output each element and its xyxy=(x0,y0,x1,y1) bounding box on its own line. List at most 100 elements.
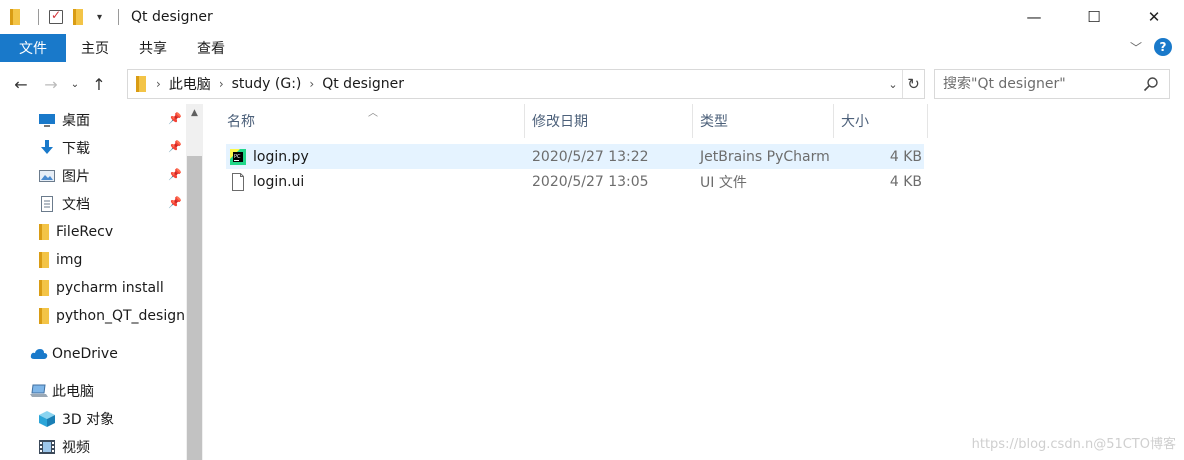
column-header-size[interactable]: 大小 xyxy=(834,104,928,138)
blank-file-icon xyxy=(230,172,246,191)
computer-icon xyxy=(30,383,48,399)
sidebar-item-label: 图片 xyxy=(62,169,90,185)
ribbon-right: ﹀ ? xyxy=(1130,38,1172,56)
file-type: UI 文件 xyxy=(700,174,747,191)
close-button[interactable]: ✕ xyxy=(1124,0,1184,34)
address-bar-actions: ⌄ ↻ xyxy=(884,70,924,98)
sidebar-item-downloads[interactable]: 下载 📌 xyxy=(0,134,186,162)
pictures-icon xyxy=(39,168,55,184)
sidebar-item-label: 视频 xyxy=(62,440,90,456)
film-icon xyxy=(39,439,55,455)
search-box[interactable] xyxy=(934,69,1170,99)
file-row[interactable]: login.ui 2020/5/27 13:05 UI 文件 4 KB xyxy=(226,169,924,194)
pin-icon[interactable]: 📌 xyxy=(168,112,182,125)
column-label: 大小 xyxy=(841,114,869,130)
cube-icon xyxy=(39,411,55,427)
column-header-type[interactable]: 类型 xyxy=(693,104,834,138)
forward-button[interactable]: → xyxy=(36,69,66,99)
file-type: JetBrains PyCharm xyxy=(700,148,830,165)
folder-icon xyxy=(39,224,49,240)
file-row[interactable]: PC login.py 2020/5/27 13:22 JetBrains Py… xyxy=(226,144,924,169)
quick-access-toolbar: ▾ xyxy=(0,0,129,34)
sidebar-item-python-qt-design[interactable]: python_QT_design xyxy=(0,302,186,330)
sidebar-item-label: 文档 xyxy=(62,197,90,213)
recent-locations-chevron-icon[interactable]: ⌄ xyxy=(66,69,84,99)
breadcrumb-current-folder[interactable]: Qt designer xyxy=(322,76,404,92)
pin-icon[interactable]: 📌 xyxy=(168,196,182,209)
sidebar-item-3d-objects[interactable]: 3D 对象 xyxy=(0,405,186,433)
maximize-button[interactable]: ☐ xyxy=(1064,0,1124,34)
file-modified: 2020/5/27 13:22 xyxy=(532,148,649,165)
column-label: 类型 xyxy=(700,114,728,130)
sidebar-item-label: 下载 xyxy=(62,141,90,157)
sidebar-item-documents[interactable]: 文档 📌 xyxy=(0,190,186,218)
pin-icon[interactable]: 📌 xyxy=(168,168,182,181)
navigation-pane-scrollbar[interactable]: ▲ xyxy=(186,104,203,460)
sidebar-item-pictures[interactable]: 图片 📌 xyxy=(0,162,186,190)
search-input[interactable] xyxy=(943,76,1133,92)
up-button[interactable]: ↑ xyxy=(84,69,114,99)
desktop-icon xyxy=(39,112,55,128)
window-title: Qt designer xyxy=(131,9,213,25)
pin-icon[interactable]: 📌 xyxy=(168,140,182,153)
file-name: login.ui xyxy=(253,173,305,190)
file-modified: 2020/5/27 13:05 xyxy=(532,173,649,190)
documents-icon xyxy=(39,196,55,212)
breadcrumb-separator-icon[interactable]: › xyxy=(309,77,314,91)
tab-view[interactable]: 查看 xyxy=(182,34,240,62)
sidebar-item-label: 此电脑 xyxy=(52,384,94,400)
divider xyxy=(38,9,39,25)
download-icon xyxy=(39,140,55,156)
breadcrumb-separator-icon[interactable]: › xyxy=(219,77,224,91)
breadcrumb-separator-icon[interactable]: › xyxy=(156,77,161,91)
back-button[interactable]: ← xyxy=(6,69,36,99)
search-icon[interactable] xyxy=(1143,76,1159,92)
navigation-pane: 桌面 📌 下载 📌 图片 📌 文档 📌 FileRecv img pycharm… xyxy=(0,104,186,460)
sidebar-item-videos[interactable]: 视频 xyxy=(0,433,186,460)
column-label: 修改日期 xyxy=(532,114,588,130)
file-size: 4 KB xyxy=(889,173,922,190)
address-history-chevron-icon[interactable]: ⌄ xyxy=(884,78,902,91)
tab-share[interactable]: 共享 xyxy=(124,34,182,62)
new-folder-icon[interactable] xyxy=(73,9,83,25)
expand-ribbon-chevron-icon[interactable]: ﹀ xyxy=(1130,39,1142,56)
sidebar-item-onedrive[interactable]: OneDrive xyxy=(0,340,186,368)
window-controls: — ☐ ✕ xyxy=(1004,0,1184,34)
properties-check-icon[interactable] xyxy=(49,8,63,24)
tab-home[interactable]: 主页 xyxy=(66,34,124,62)
folder-icon xyxy=(39,252,49,268)
sidebar-item-desktop[interactable]: 桌面 📌 xyxy=(0,106,186,134)
sidebar-item-label: python_QT_design xyxy=(56,308,185,324)
column-label: 名称 xyxy=(227,114,255,130)
scrollbar-thumb[interactable] xyxy=(187,156,202,460)
minimize-button[interactable]: — xyxy=(1004,0,1064,34)
file-name: login.py xyxy=(253,148,309,165)
refresh-icon[interactable]: ↻ xyxy=(902,70,924,98)
sidebar-item-this-pc[interactable]: 此电脑 xyxy=(0,377,186,405)
sidebar-item-label: pycharm install xyxy=(56,280,164,296)
tab-file[interactable]: 文件 xyxy=(0,34,66,62)
scroll-up-arrow-icon[interactable]: ▲ xyxy=(186,104,203,121)
folder-icon xyxy=(136,76,146,92)
sidebar-item-filerecv[interactable]: FileRecv xyxy=(0,218,186,246)
watermark: https://blog.csdn.n@51CTO博客 xyxy=(971,437,1176,452)
column-header-modified[interactable]: 修改日期 xyxy=(525,104,693,138)
sidebar-item-img[interactable]: img xyxy=(0,246,186,274)
file-name-cell: login.ui xyxy=(226,172,526,191)
column-header: 名称 ︿ 修改日期 类型 大小 xyxy=(220,104,928,138)
sidebar-item-pycharm-install[interactable]: pycharm install xyxy=(0,274,186,302)
breadcrumb-this-pc[interactable]: 此电脑 xyxy=(169,74,211,94)
breadcrumb-drive[interactable]: study (G:) xyxy=(232,76,302,92)
customize-toolbar-chevron-icon[interactable]: ▾ xyxy=(97,12,102,23)
address-bar[interactable]: › 此电脑 › study (G:) › Qt designer ⌄ ↻ xyxy=(127,69,925,99)
column-header-name[interactable]: 名称 ︿ xyxy=(220,104,525,138)
sidebar-item-label: 桌面 xyxy=(62,113,90,129)
navigation-bar: ← → ⌄ ↑ › 此电脑 › study (G:) › Qt designer… xyxy=(0,66,1184,102)
help-icon[interactable]: ? xyxy=(1154,38,1172,56)
cloud-icon xyxy=(30,346,48,362)
file-name-cell: PC login.py xyxy=(226,148,526,166)
title-bar: ▾ Qt designer — ☐ ✕ xyxy=(0,0,1184,34)
sidebar-item-label: img xyxy=(56,252,83,268)
file-size: 4 KB xyxy=(889,148,922,165)
svg-text:PC: PC xyxy=(234,154,241,160)
